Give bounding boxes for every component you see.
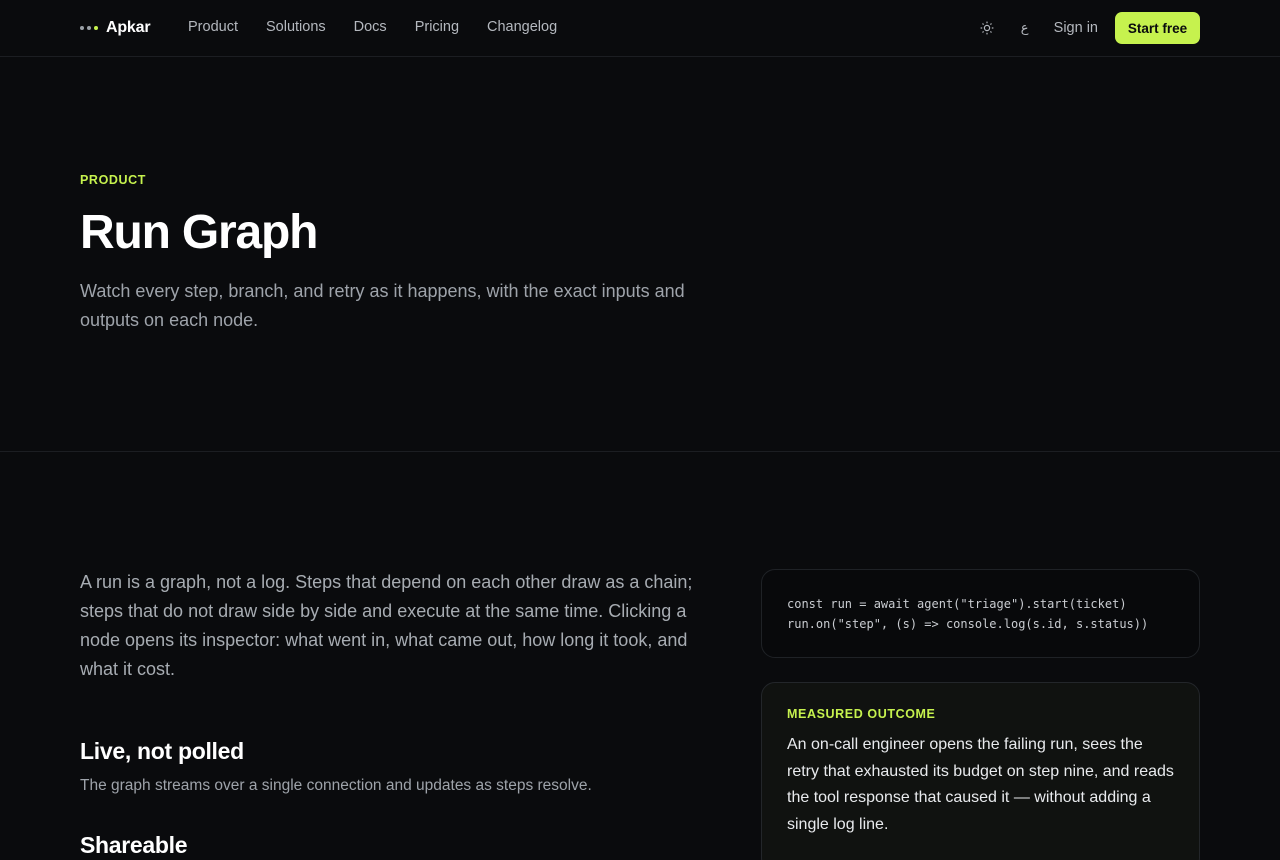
nav-item-changelog[interactable]: Changelog xyxy=(487,19,557,35)
nav-item-solutions[interactable]: Solutions xyxy=(266,19,326,35)
hero-section: PRODUCT Run Graph Watch every step, bran… xyxy=(0,57,1280,452)
feature-desc-live: The graph streams over a single connecti… xyxy=(80,777,592,794)
brand-name: Apkar xyxy=(106,19,151,36)
code-snippet-card: const run = await agent("triage").start(… xyxy=(761,569,1200,658)
feature-title-live: Live, not polled xyxy=(80,738,244,764)
sign-in-link[interactable]: Sign in xyxy=(1054,20,1098,36)
hero-grid-decoration xyxy=(0,57,1233,197)
header-actions: ع Sign in Start free xyxy=(976,12,1200,44)
logo-dots-icon xyxy=(80,26,98,30)
main-nav: Product Solutions Docs Pricing Changelog xyxy=(188,19,557,35)
nav-item-pricing[interactable]: Pricing xyxy=(415,19,459,35)
code-line: const run = await agent("triage").start(… xyxy=(787,597,1127,611)
outcome-eyebrow: MEASURED OUTCOME xyxy=(787,707,936,721)
site-header: Apkar Product Solutions Docs Pricing Cha… xyxy=(0,0,1280,57)
outcome-text: An on-call engineer opens the failing ru… xyxy=(787,736,1174,833)
body-column: A run is a graph, not a log. Steps that … xyxy=(80,568,720,859)
measured-outcome-card: MEASURED OUTCOME An on-call engineer ope… xyxy=(761,682,1200,860)
lead-paragraph: A run is a graph, not a log. Steps that … xyxy=(80,572,693,679)
feature-title-shareable: Shareable xyxy=(80,832,188,858)
brand-logo[interactable]: Apkar xyxy=(80,18,151,38)
start-free-button[interactable]: Start free xyxy=(1115,12,1200,44)
nav-item-docs[interactable]: Docs xyxy=(354,19,387,35)
nav-item-product[interactable]: Product xyxy=(188,19,238,35)
sun-icon[interactable] xyxy=(976,17,998,39)
details-section: A run is a graph, not a log. Steps that … xyxy=(0,453,1280,860)
hero-subtitle: Watch every step, branch, and retry as i… xyxy=(80,281,685,330)
code-line: run.on("step", (s) => console.log(s.id, … xyxy=(787,616,1149,631)
language-toggle-icon[interactable]: ع xyxy=(1014,17,1036,39)
hero-eyebrow: PRODUCT xyxy=(80,173,147,187)
page-title: Run Graph xyxy=(80,206,318,259)
